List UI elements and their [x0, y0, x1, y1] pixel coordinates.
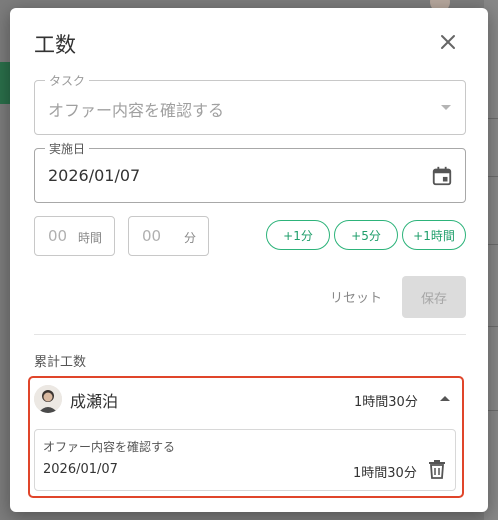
minutes-value: 00 — [142, 227, 162, 245]
hours-unit: 時間 — [77, 231, 102, 245]
add-5-minutes-button[interactable]: +5分 — [334, 220, 398, 250]
entry-task: オファー内容を確認する — [43, 440, 176, 454]
date-field[interactable]: 実施日 2026/01/07 — [34, 140, 466, 203]
task-select[interactable]: タスク オファー内容を確認する — [34, 72, 466, 135]
date-value: 2026/01/07 — [48, 166, 141, 185]
work-hours-dialog: 工数 タスク オファー内容を確認する 実施日 2026/01/07 00 時間 … — [10, 8, 488, 512]
date-label: 実施日 — [45, 140, 90, 157]
close-icon — [441, 35, 455, 49]
entry-date: 2026/01/07 — [43, 462, 118, 477]
accumulated-hours-title: 累計工数 — [34, 355, 87, 370]
task-label: タスク — [45, 72, 90, 89]
user-total-time: 1時間30分 — [354, 395, 418, 410]
task-value: オファー内容を確認する — [48, 101, 225, 120]
calendar-icon[interactable] — [431, 165, 453, 187]
dialog-title: 工数 — [34, 33, 76, 57]
divider — [34, 334, 466, 335]
avatar — [34, 385, 62, 413]
hours-input[interactable]: 00 時間 — [34, 216, 115, 256]
user-name: 成瀬泊 — [70, 392, 119, 411]
add-1-minute-button[interactable]: +1分 — [266, 220, 330, 250]
trash-icon[interactable] — [428, 459, 446, 479]
add-1-hour-button[interactable]: +1時間 — [402, 220, 466, 250]
save-button[interactable]: 保存 — [402, 276, 466, 318]
chevron-up-icon[interactable] — [440, 396, 450, 401]
close-button[interactable] — [436, 30, 460, 54]
minutes-input[interactable]: 00 分 — [128, 216, 209, 256]
entry-time: 1時間30分 — [353, 466, 417, 481]
reset-button[interactable]: リセット — [330, 287, 382, 306]
user-summary-row[interactable]: 成瀬泊 1時間30分 — [34, 384, 462, 426]
background-page-accent — [0, 62, 10, 104]
minutes-unit: 分 — [183, 231, 196, 245]
list-item: オファー内容を確認する 2026/01/07 1時間30分 — [34, 429, 456, 491]
hours-value: 00 — [48, 227, 68, 245]
chevron-down-icon — [441, 105, 451, 110]
